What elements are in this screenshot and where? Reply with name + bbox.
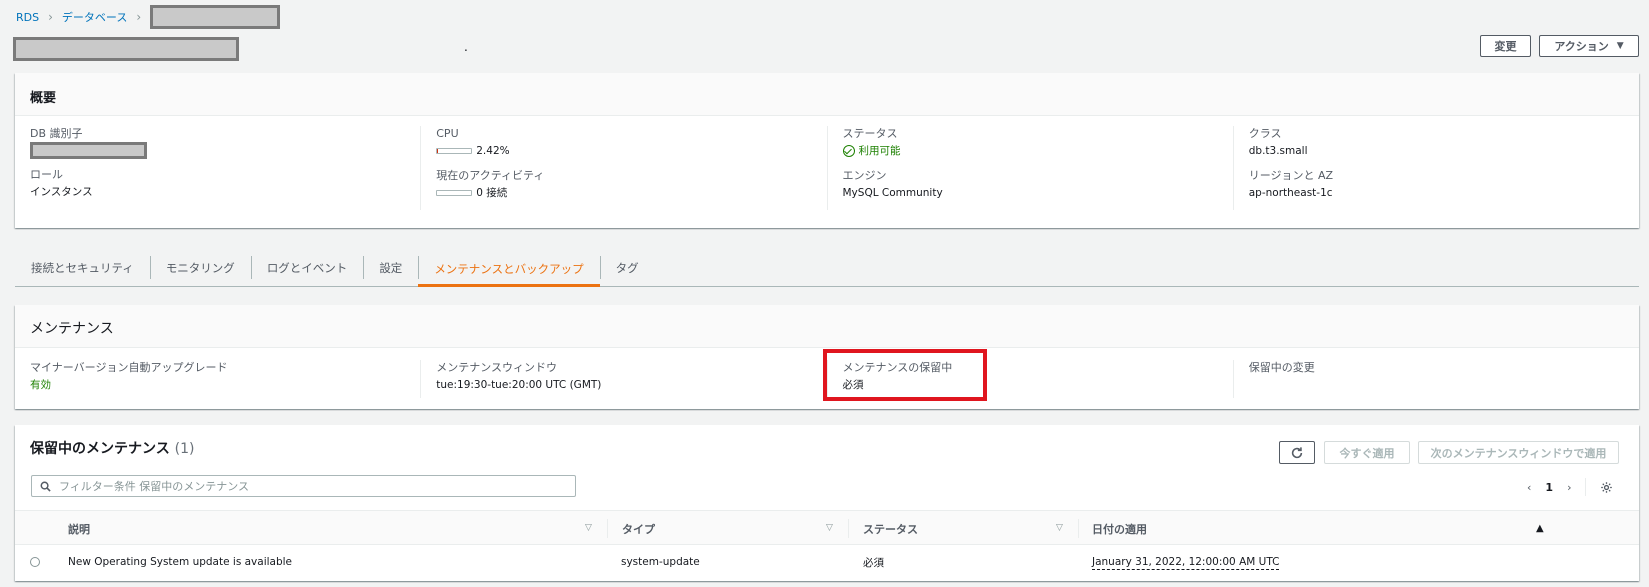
row-date-cell: January 31, 2022, 12:00:00 AM UTC — [1092, 546, 1280, 578]
pending-changes-label: 保留中の変更 — [1248, 361, 1315, 374]
row-date[interactable]: January 31, 2022, 12:00:00 AM UTC — [1092, 555, 1280, 570]
sort-icon[interactable]: ▽ — [585, 523, 592, 533]
filter-box — [31, 475, 576, 497]
breadcrumb: RDS › データベース › — [16, 5, 281, 29]
refresh-button[interactable] — [1279, 441, 1315, 464]
window-value: tue:19:30-tue:20:00 UTC (GMT) — [436, 379, 602, 391]
summary-col-4: クラス db.t3.small リージョンと AZ ap-northeast-1… — [1232, 126, 1639, 210]
summary-title: 概要 — [30, 91, 57, 106]
breadcrumb-databases-link[interactable]: データベース — [62, 9, 127, 25]
auto-upgrade-label: マイナーバージョン自動アップグレード — [30, 361, 228, 374]
table-header: 説明 ▽ タイプ ▽ ステータス ▽ 日付の適用 ▲ — [15, 510, 1639, 545]
engine-label: エンジン — [842, 169, 887, 182]
actions-dropdown-button[interactable]: アクション ▼ — [1539, 35, 1639, 57]
apply-now-button[interactable]: 今すぐ適用 — [1324, 441, 1410, 464]
window-label: メンテナンスウィンドウ — [436, 361, 558, 374]
pending-title: 保留中のメンテナンス (1) — [30, 438, 194, 458]
refresh-icon — [1291, 446, 1303, 458]
highlight-box — [823, 349, 987, 401]
role-value: インスタンス — [30, 186, 93, 198]
col-header-status[interactable]: ステータス — [863, 511, 918, 546]
breadcrumb-redacted-db-name — [150, 5, 281, 29]
db-id-redacted — [30, 142, 147, 159]
region-label: リージョンと AZ — [1248, 169, 1334, 182]
summary-col-3: ステータス 利用可能 エンジン MySQL Community — [826, 126, 1233, 210]
pending-count: (1) — [174, 441, 195, 457]
sort-ascending-icon[interactable]: ▲ — [1536, 523, 1544, 534]
radio-button[interactable] — [30, 557, 40, 567]
cpu-label: CPU — [436, 127, 459, 140]
activity-progress-bar — [436, 190, 473, 196]
role-label: ロール — [30, 168, 63, 181]
class-label: クラス — [1248, 127, 1282, 140]
tab-logs-events[interactable]: ログとイベント — [250, 251, 364, 284]
summary-col-1: DB 識別子 ロール インスタンス — [15, 126, 420, 210]
summary-panel: 概要 DB 識別子 ロール インスタンス CPU 2.42% 現在のアクティビテ… — [15, 73, 1639, 228]
col-separator — [1078, 519, 1079, 538]
status-value: 利用可能 — [858, 145, 901, 157]
cpu-value: 2.42% — [476, 145, 510, 157]
activity-value: 0 接続 — [476, 187, 508, 199]
modify-button[interactable]: 変更 — [1480, 35, 1531, 57]
db-id-label: DB 識別子 — [30, 127, 83, 140]
pager-divider — [1585, 478, 1587, 496]
pending-maintenance-panel: 保留中のメンテナンス (1) 今すぐ適用 次のメンテナンスウィンドウで適用 ‹ … — [15, 425, 1639, 581]
actions-label: アクション — [1554, 40, 1609, 53]
col-separator — [607, 519, 608, 538]
tab-maintenance-backup[interactable]: メンテナンスとバックアップ — [418, 251, 600, 287]
col-header-description[interactable]: 説明 — [68, 511, 90, 546]
tab-tags[interactable]: タグ — [599, 251, 655, 284]
region-value: ap-northeast-1c — [1248, 187, 1333, 199]
caret-down-icon: ▼ — [1616, 41, 1624, 51]
summary-columns: DB 識別子 ロール インスタンス CPU 2.42% 現在のアクティビティ 0… — [15, 116, 1639, 210]
maintenance-col-1: マイナーバージョン自動アップグレード 有効 — [15, 360, 420, 398]
chevron-right-icon: › — [48, 10, 53, 24]
col-separator — [848, 519, 849, 538]
settings-gear-icon[interactable] — [1600, 481, 1613, 494]
col-header-apply-date[interactable]: 日付の適用 — [1092, 511, 1147, 546]
summary-col-2: CPU 2.42% 現在のアクティビティ 0 接続 — [420, 126, 826, 210]
row-status: 必須 — [863, 556, 884, 569]
col-header-type[interactable]: タイプ — [622, 511, 655, 546]
row-type: system-update — [621, 556, 700, 568]
activity-label: 現在のアクティビティ — [436, 169, 545, 182]
status-label: ステータス — [842, 127, 898, 140]
sort-icon[interactable]: ▽ — [1056, 523, 1063, 533]
filter-input[interactable] — [59, 479, 539, 493]
maintenance-col-4: 保留中の変更 — [1232, 360, 1639, 398]
breadcrumb-rds-link[interactable]: RDS — [16, 11, 39, 24]
tab-bar: 接続とセキュリティ モニタリング ログとイベント 設定 メンテナンスとバックアッ… — [15, 251, 1639, 287]
class-value: db.t3.small — [1248, 145, 1308, 157]
row-radio[interactable] — [30, 546, 40, 578]
pending-title-text: 保留中のメンテナンス — [30, 441, 170, 457]
tab-configuration[interactable]: 設定 — [363, 251, 418, 284]
maintenance-col-2: メンテナンスウィンドウ tue:19:30-tue:20:00 UTC (GMT… — [420, 360, 826, 398]
cpu-progress-bar — [436, 148, 473, 154]
apply-next-window-button[interactable]: 次のメンテナンスウィンドウで適用 — [1418, 441, 1619, 464]
search-icon — [40, 481, 51, 492]
summary-header: 概要 — [15, 73, 1639, 116]
check-circle-icon — [842, 145, 855, 157]
table-row[interactable]: New Operating System update is available… — [15, 546, 1639, 578]
title-dot: . — [464, 40, 468, 54]
tab-monitoring[interactable]: モニタリング — [149, 251, 251, 284]
maintenance-title: メンテナンス — [30, 321, 114, 337]
auto-upgrade-value: 有効 — [30, 379, 51, 391]
prev-page-icon[interactable]: ‹ — [1527, 481, 1531, 494]
maintenance-header: メンテナンス — [15, 305, 1639, 348]
sort-icon[interactable]: ▽ — [826, 523, 833, 533]
tab-connectivity[interactable]: 接続とセキュリティ — [15, 251, 150, 284]
page-number[interactable]: 1 — [1545, 481, 1553, 494]
next-page-icon[interactable]: › — [1567, 481, 1571, 494]
row-description: New Operating System update is available — [68, 556, 293, 568]
pagination: ‹ 1 › — [1527, 478, 1613, 496]
engine-value: MySQL Community — [842, 187, 943, 199]
page-title-redacted — [13, 37, 239, 61]
chevron-right-icon: › — [136, 10, 142, 24]
